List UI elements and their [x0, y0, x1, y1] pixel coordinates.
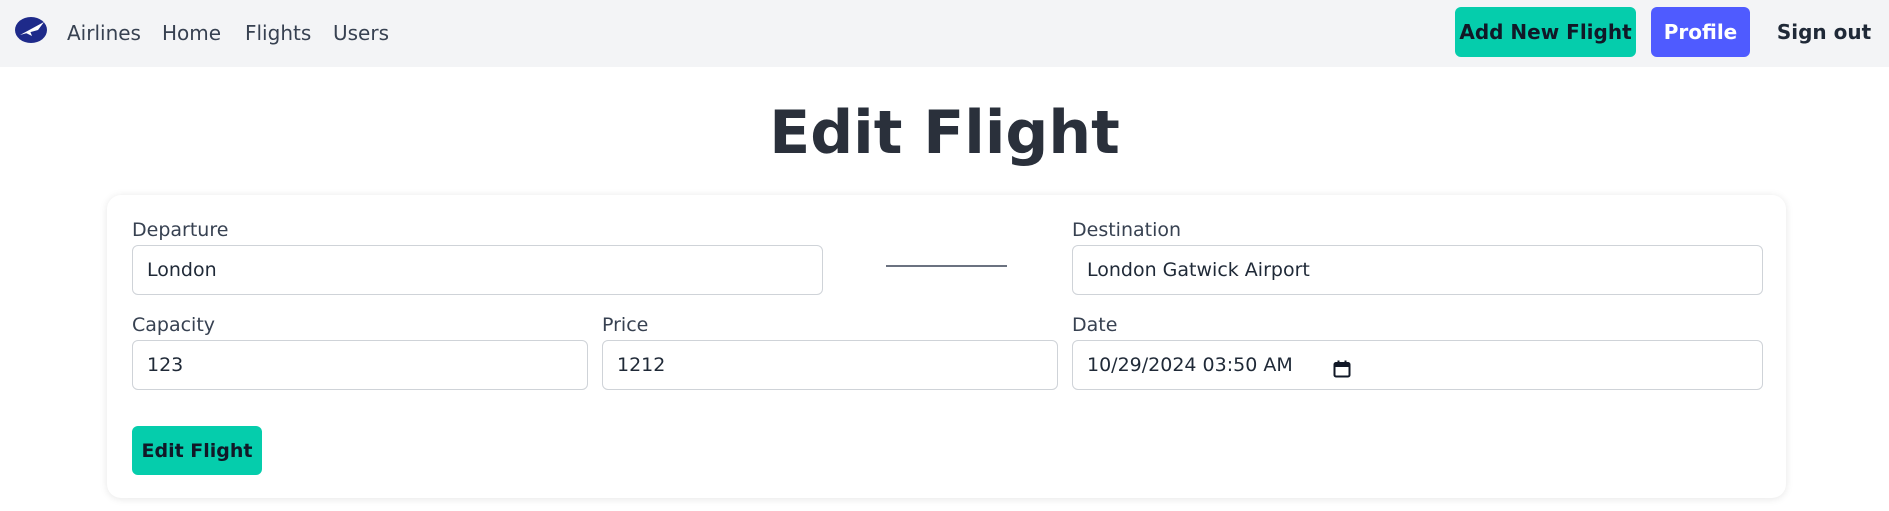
destination-label: Destination	[1072, 219, 1182, 241]
capacity-label: Capacity	[132, 314, 216, 336]
sign-out-button[interactable]: Sign out	[1766, 7, 1882, 57]
price-input[interactable]: 1212	[602, 340, 1058, 390]
edit-flight-form: Departure London Destination London Gatw…	[107, 195, 1786, 498]
airplane-logo-icon[interactable]	[14, 15, 49, 44]
calendar-icon[interactable]	[1333, 360, 1351, 378]
main-content: Edit Flight Departure London Destination…	[0, 67, 1889, 511]
page-title: Edit Flight	[769, 98, 1120, 168]
date-label: Date	[1072, 314, 1118, 336]
destination-input[interactable]: London Gatwick Airport	[1072, 245, 1763, 295]
capacity-input[interactable]: 123	[132, 340, 588, 390]
navbar: Airlines Home Flights Users Add New Flig…	[0, 0, 1889, 67]
nav-home-link[interactable]: Home	[162, 20, 221, 46]
edit-flight-button[interactable]: Edit Flight	[132, 426, 262, 475]
departure-input[interactable]: London	[132, 245, 823, 295]
profile-button[interactable]: Profile	[1651, 7, 1750, 57]
price-label: Price	[602, 314, 649, 336]
nav-brand-link[interactable]: Airlines	[67, 20, 141, 46]
route-divider	[886, 265, 1007, 267]
date-input[interactable]: 10/29/2024 03:50 AM	[1072, 340, 1763, 390]
nav-flights-link[interactable]: Flights	[245, 20, 311, 46]
nav-users-link[interactable]: Users	[333, 20, 389, 46]
departure-label: Departure	[132, 219, 229, 241]
add-new-flight-button[interactable]: Add New Flight	[1455, 7, 1636, 57]
